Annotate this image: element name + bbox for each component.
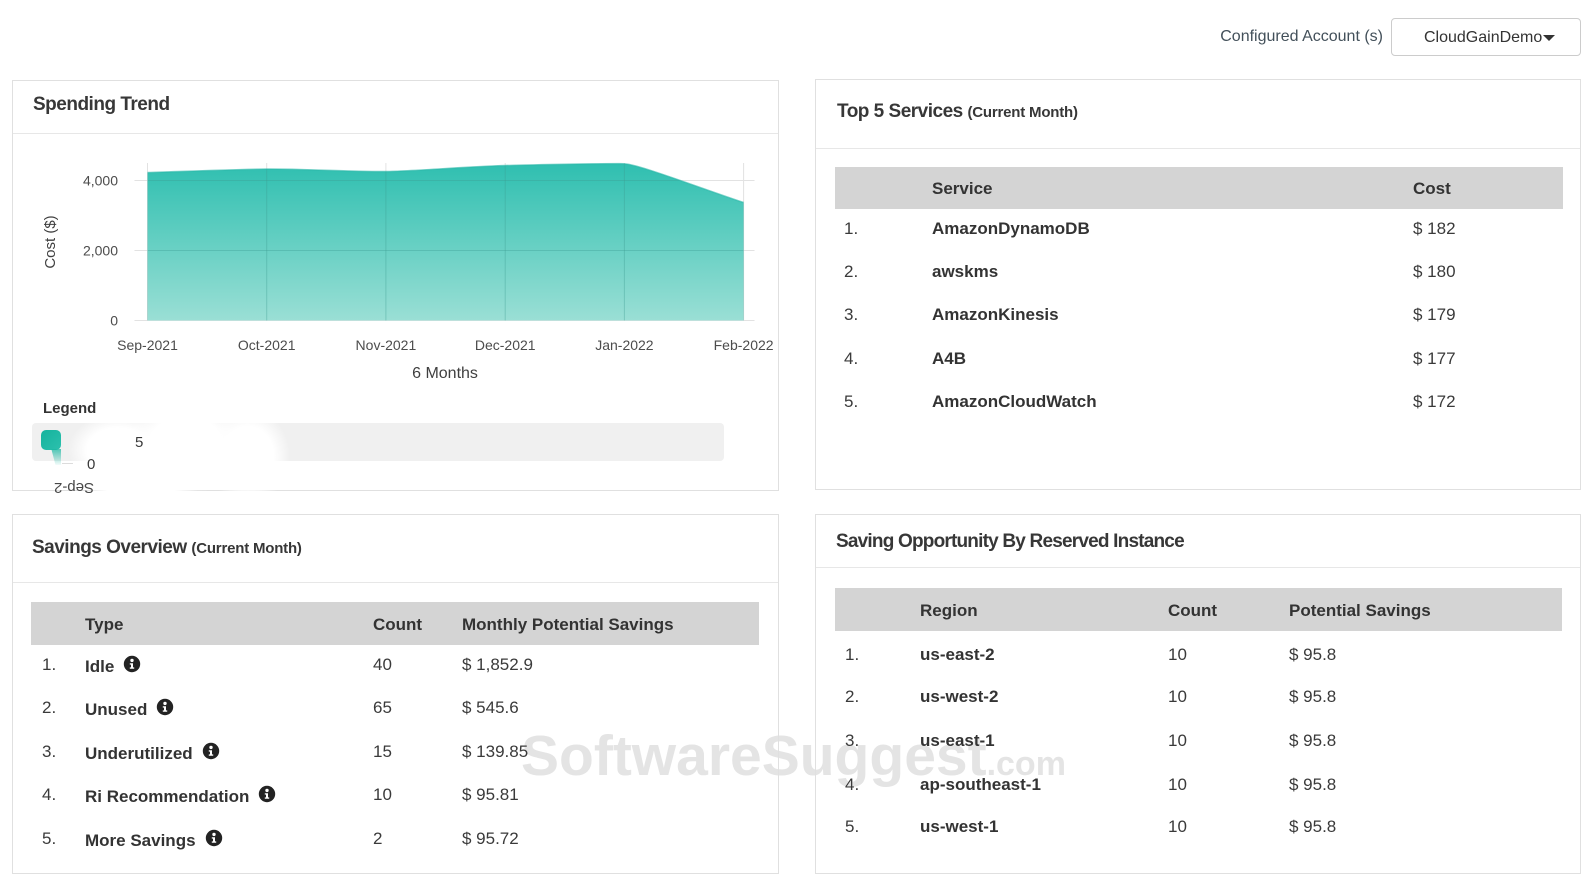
svg-text:2,000: 2,000 — [83, 243, 118, 259]
svg-text:4,000: 4,000 — [83, 173, 118, 189]
svg-text:Jan-2022: Jan-2022 — [595, 337, 654, 353]
svg-text:Oct-2021: Oct-2021 — [238, 337, 296, 353]
svg-text:Sep-2021: Sep-2021 — [117, 337, 178, 353]
svg-text:Feb-2022: Feb-2022 — [714, 337, 774, 353]
svg-text:Cost ($): Cost ($) — [42, 215, 59, 268]
svg-text:0: 0 — [110, 313, 118, 329]
svg-text:Dec-2021: Dec-2021 — [475, 337, 536, 353]
svg-text:Nov-2021: Nov-2021 — [356, 337, 417, 353]
svg-text:6 Months: 6 Months — [412, 365, 478, 382]
